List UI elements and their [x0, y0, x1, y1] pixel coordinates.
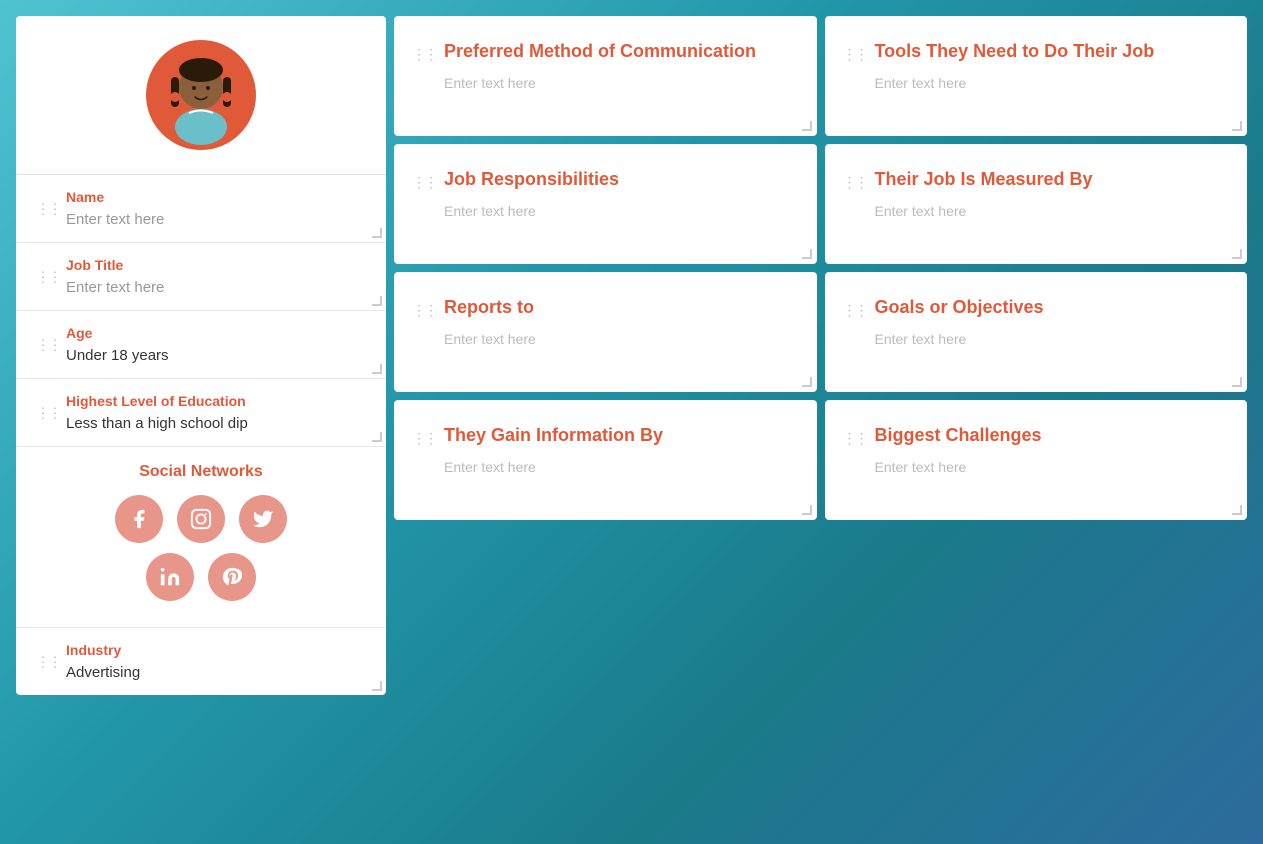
resize-handle: [372, 296, 382, 306]
gain-information-title: They Gain Information By: [444, 424, 793, 447]
education-value: Less than a high school dip: [66, 415, 366, 432]
preferred-communication-card: Preferred Method of Communication Enter …: [394, 16, 817, 136]
resize-handle: [372, 364, 382, 374]
name-label: Name: [66, 189, 366, 205]
preferred-communication-placeholder[interactable]: Enter text here: [444, 75, 793, 91]
age-field[interactable]: Age Under 18 years: [16, 311, 386, 379]
resize-handle: [802, 249, 812, 259]
gain-information-placeholder[interactable]: Enter text here: [444, 459, 793, 475]
reports-to-placeholder[interactable]: Enter text here: [444, 331, 793, 347]
industry-label: Industry: [66, 642, 366, 658]
left-column: Name Enter text here Job Title Enter tex…: [16, 16, 386, 695]
biggest-challenges-title: Biggest Challenges: [875, 424, 1224, 447]
gain-information-card: They Gain Information By Enter text here: [394, 400, 817, 520]
linkedin-icon[interactable]: [146, 553, 194, 601]
resize-handle: [1232, 505, 1242, 515]
resize-handle: [1232, 377, 1242, 387]
education-label: Highest Level of Education: [66, 393, 366, 409]
social-row-1: [115, 495, 287, 543]
main-grid: Name Enter text here Job Title Enter tex…: [16, 16, 1247, 695]
avatar-image: [151, 45, 251, 145]
facebook-icon[interactable]: [115, 495, 163, 543]
education-field[interactable]: Highest Level of Education Less than a h…: [16, 379, 386, 447]
resize-handle: [802, 377, 812, 387]
resize-handle: [1232, 249, 1242, 259]
resize-handle: [802, 505, 812, 515]
job-title-value: Enter text here: [66, 279, 366, 296]
reports-to-title: Reports to: [444, 296, 793, 319]
goals-card: Goals or Objectives Enter text here: [825, 272, 1248, 392]
resize-handle: [802, 121, 812, 131]
tools-card: Tools They Need to Do Their Job Enter te…: [825, 16, 1248, 136]
reports-to-card: Reports to Enter text here: [394, 272, 817, 392]
job-responsibilities-card: Job Responsibilities Enter text here: [394, 144, 817, 264]
twitter-icon[interactable]: [239, 495, 287, 543]
goals-placeholder[interactable]: Enter text here: [875, 331, 1224, 347]
name-value: Enter text here: [66, 211, 366, 228]
job-measured-card: Their Job Is Measured By Enter text here: [825, 144, 1248, 264]
biggest-challenges-placeholder[interactable]: Enter text here: [875, 459, 1224, 475]
biggest-challenges-card: Biggest Challenges Enter text here: [825, 400, 1248, 520]
job-measured-placeholder[interactable]: Enter text here: [875, 203, 1224, 219]
age-label: Age: [66, 325, 366, 341]
resize-handle: [372, 228, 382, 238]
job-responsibilities-placeholder[interactable]: Enter text here: [444, 203, 793, 219]
resize-handle: [372, 432, 382, 442]
job-title-label: Job Title: [66, 257, 366, 273]
resize-handle: [372, 681, 382, 691]
preferred-communication-title: Preferred Method of Communication: [444, 40, 793, 63]
goals-title: Goals or Objectives: [875, 296, 1224, 319]
age-value: Under 18 years: [66, 347, 366, 364]
resize-handle: [1232, 121, 1242, 131]
name-field[interactable]: Name Enter text here: [16, 175, 386, 243]
tools-placeholder[interactable]: Enter text here: [875, 75, 1224, 91]
social-row-2: [146, 553, 256, 601]
avatar: [146, 40, 256, 150]
pinterest-icon[interactable]: [208, 553, 256, 601]
job-responsibilities-title: Job Responsibilities: [444, 168, 793, 191]
industry-field[interactable]: Industry Advertising: [16, 628, 386, 695]
job-title-field[interactable]: Job Title Enter text here: [16, 243, 386, 311]
instagram-icon[interactable]: [177, 495, 225, 543]
job-measured-title: Their Job Is Measured By: [875, 168, 1224, 191]
tools-title: Tools They Need to Do Their Job: [875, 40, 1224, 63]
social-networks-title: Social Networks: [139, 463, 263, 481]
industry-value: Advertising: [66, 664, 366, 681]
social-networks-section: Social Networks: [16, 447, 386, 628]
avatar-section: [16, 16, 386, 175]
